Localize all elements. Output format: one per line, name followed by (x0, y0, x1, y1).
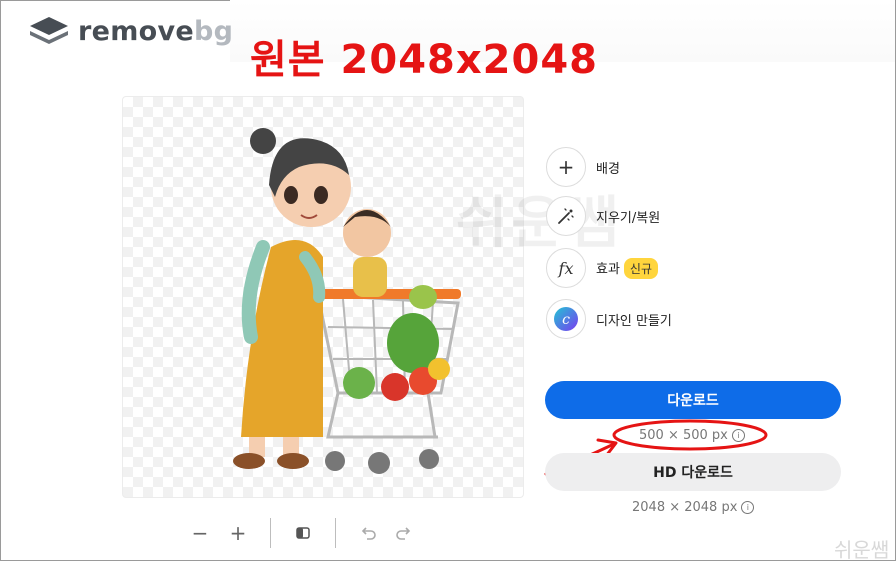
fx-icon: fx (546, 248, 586, 288)
watermark-corner: 쉬운쌤 (834, 538, 890, 562)
compare-button[interactable] (289, 519, 317, 547)
canva-icon: c (546, 299, 586, 339)
cutout-image (233, 128, 461, 474)
removebg-logo[interactable]: removebg (28, 14, 233, 48)
logo-word-remove: remove (78, 15, 195, 47)
undo-icon (361, 527, 376, 540)
annotation-title: 원본 2048x2048 (250, 37, 598, 83)
tool-background-label: 배경 (596, 161, 620, 177)
svg-text:c: c (562, 312, 570, 328)
eraser-wand-icon (546, 196, 586, 236)
tool-create-design[interactable]: c 디자인 만들기 (546, 299, 672, 339)
hd-download-size: 2048 × 2048 px i (632, 500, 755, 515)
tool-effects-label: 효과 신규 (596, 257, 659, 279)
zoom-out-button[interactable]: − (186, 519, 214, 547)
redo-icon (396, 527, 411, 540)
image-canvas[interactable] (122, 96, 524, 498)
logo-word-bg: bg (194, 15, 234, 47)
compare-icon (296, 527, 310, 539)
toolbar-divider (270, 518, 271, 548)
tool-create-design-label: 디자인 만들기 (596, 313, 672, 329)
stack-logo-icon (30, 17, 68, 44)
download-button[interactable]: 다운로드 (545, 381, 841, 419)
tool-erase-restore-label: 지우기/복원 (596, 210, 661, 226)
bottom-toolbar: − + (186, 518, 418, 548)
toolbar-divider (335, 518, 336, 548)
tool-erase-restore[interactable]: 지우기/복원 (546, 196, 660, 236)
redo-button[interactable] (390, 519, 418, 547)
zoom-in-button[interactable]: + (224, 519, 252, 547)
plus-icon: + (546, 147, 586, 187)
hd-download-size-text: 2048 × 2048 px (632, 500, 738, 515)
tool-background[interactable]: + 배경 (546, 147, 620, 187)
undo-button[interactable] (354, 519, 382, 547)
hd-download-button[interactable]: HD 다운로드 (545, 453, 841, 491)
new-badge: 신규 (623, 257, 659, 279)
tool-effects[interactable]: fx 효과 신규 (546, 248, 659, 288)
info-icon[interactable]: i (741, 501, 755, 514)
